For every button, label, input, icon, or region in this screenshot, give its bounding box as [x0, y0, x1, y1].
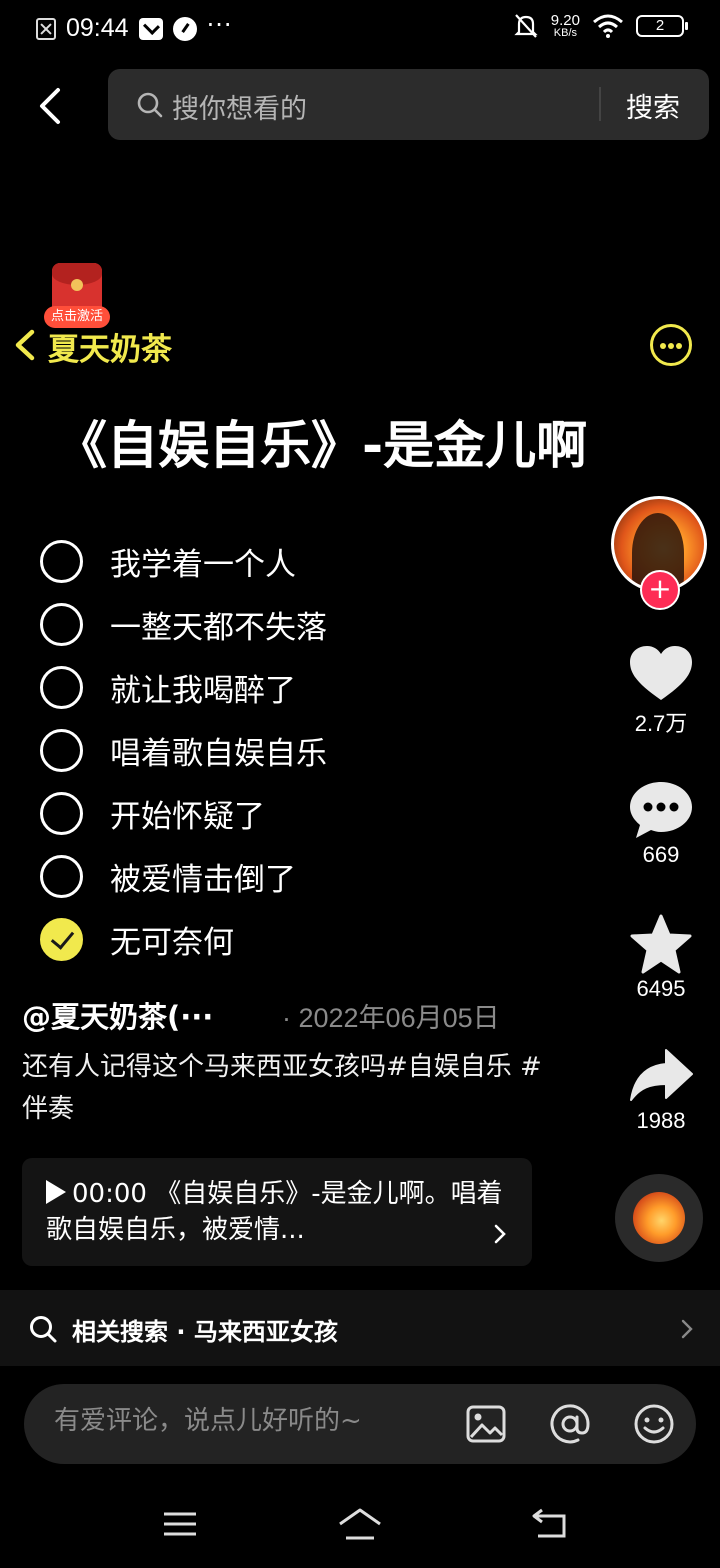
lyric-text: 一整天都不失落 — [110, 610, 327, 646]
play-icon — [46, 1180, 66, 1204]
empty-circle-icon[interactable] — [40, 666, 83, 709]
lyric-row[interactable]: 一整天都不失落 — [40, 593, 580, 656]
lyric-card-text: 00:00 《自娱自乐》-是金儿啊。唱着歌自娱自乐，被爱情... — [46, 1179, 503, 1245]
chevron-right-icon — [681, 1319, 693, 1339]
lyric-row[interactable]: 唱着歌自娱自乐 — [40, 719, 580, 782]
lyric-card-content: 00:00 《自娱自乐》-是金儿啊。唱着歌自娱自乐，被爱情... — [46, 1176, 516, 1248]
lyric-row[interactable]: 无可奈何 — [40, 908, 580, 971]
lyric-card[interactable]: 00:00 《自娱自乐》-是金儿啊。唱着歌自娱自乐，被爱情... — [22, 1158, 532, 1266]
like-button[interactable]: 2.7万 — [620, 644, 702, 738]
lyric-text: 就让我喝醉了 — [110, 673, 296, 709]
chevron-right-icon — [494, 1224, 506, 1244]
post-caption[interactable]: 还有人记得这个马来西亚女孩吗#自娱自乐 #伴奏 — [22, 1046, 542, 1130]
battery-indicator: 2 — [636, 15, 688, 37]
comment-button[interactable]: 669 — [620, 780, 702, 868]
more-notifications-icon: ··· — [206, 10, 233, 39]
return-icon[interactable] — [530, 1506, 570, 1542]
dot-icon — [676, 343, 682, 349]
empty-circle-icon[interactable] — [40, 792, 83, 835]
lyric-text: 我学着一个人 — [110, 547, 296, 583]
back-arrow-icon[interactable] — [32, 84, 72, 128]
network-speed-unit: KB/s — [553, 27, 578, 39]
search-icon — [137, 92, 163, 118]
message-icon — [138, 17, 163, 40]
favorite-count: 6495 — [636, 976, 686, 1001]
search-input[interactable]: 搜你想看的 — [172, 87, 307, 126]
search-bar[interactable]: 搜你想看的 搜索 — [108, 69, 709, 140]
empty-circle-icon[interactable] — [40, 603, 83, 646]
author-handle[interactable]: @夏天奶茶(··· — [22, 994, 213, 1036]
wifi-icon — [593, 14, 623, 38]
share-count: 1988 — [636, 1108, 686, 1133]
lyric-row[interactable]: 开始怀疑了 — [40, 782, 580, 845]
music-cover — [633, 1192, 685, 1244]
empty-circle-icon[interactable] — [40, 855, 83, 898]
empty-circle-icon[interactable] — [40, 729, 83, 772]
status-time: 09:44 — [66, 14, 129, 42]
lyric-text: 开始怀疑了 — [110, 799, 265, 835]
lyric-row[interactable]: 我学着一个人 — [40, 530, 580, 593]
home-icon[interactable] — [336, 1506, 384, 1542]
album-name[interactable]: 夏天奶茶 — [48, 324, 172, 369]
speed-gauge-icon — [172, 16, 197, 41]
dot-icon — [660, 343, 666, 349]
favorite-button[interactable]: 6495 — [620, 914, 702, 1002]
comment-icon — [630, 782, 692, 838]
post-date: · 2022年06月05日 — [282, 1003, 500, 1033]
search-divider — [599, 87, 601, 121]
related-search-bar[interactable]: 相关搜索 · 马来西亚女孩 — [0, 1290, 720, 1366]
search-button[interactable]: 搜索 — [626, 86, 680, 125]
more-options-button[interactable] — [650, 324, 692, 366]
heart-icon — [630, 646, 692, 700]
network-speed-value: 9.20 — [550, 12, 580, 29]
song-title: 《自娱自乐》-是金儿啊 — [56, 417, 588, 476]
notification-x-icon — [36, 17, 56, 40]
lyric-text: 无可奈何 — [110, 925, 234, 961]
lyrics-checklist: 我学着一个人 一整天都不失落 就让我喝醉了 唱着歌自娱自乐 开始怀疑了被爱情击倒了 无可奈… — [40, 530, 580, 971]
related-search-text: 相关搜索 · 马来西亚女孩 — [72, 1318, 338, 1346]
lyric-text: 被爱情击倒了 — [110, 862, 296, 898]
menu-icon[interactable] — [160, 1506, 200, 1542]
like-count: 2.7万 — [634, 711, 688, 736]
search-icon — [30, 1316, 57, 1343]
empty-circle-icon[interactable] — [40, 540, 83, 583]
mention-icon[interactable] — [548, 1402, 592, 1446]
lyric-text: 唱着歌自娱自乐 — [110, 736, 327, 772]
dot-icon — [668, 343, 674, 349]
network-speed: 9.20 KB/s — [551, 13, 580, 39]
system-nav-bar — [0, 1484, 720, 1568]
follow-button[interactable]: + — [640, 570, 680, 610]
lyric-row[interactable]: 就让我喝醉了 — [40, 656, 580, 719]
lyric-row[interactable]: 被爱情击倒了 — [40, 845, 580, 908]
comment-bar — [24, 1384, 696, 1464]
comment-count: 669 — [642, 842, 680, 867]
image-icon[interactable] — [464, 1402, 508, 1446]
star-icon — [630, 914, 692, 974]
bell-muted-icon — [514, 14, 538, 38]
emoji-icon[interactable] — [632, 1402, 676, 1446]
comment-input[interactable] — [54, 1406, 454, 1436]
checked-circle-icon[interactable] — [40, 918, 83, 961]
share-arrow-icon — [630, 1049, 693, 1101]
album-back-icon[interactable] — [10, 326, 38, 364]
status-bar: 09:44 ··· 9.20 KB/s 2 — [0, 0, 720, 58]
share-button[interactable]: 1988 — [620, 1046, 702, 1134]
music-disc[interactable] — [615, 1174, 703, 1262]
